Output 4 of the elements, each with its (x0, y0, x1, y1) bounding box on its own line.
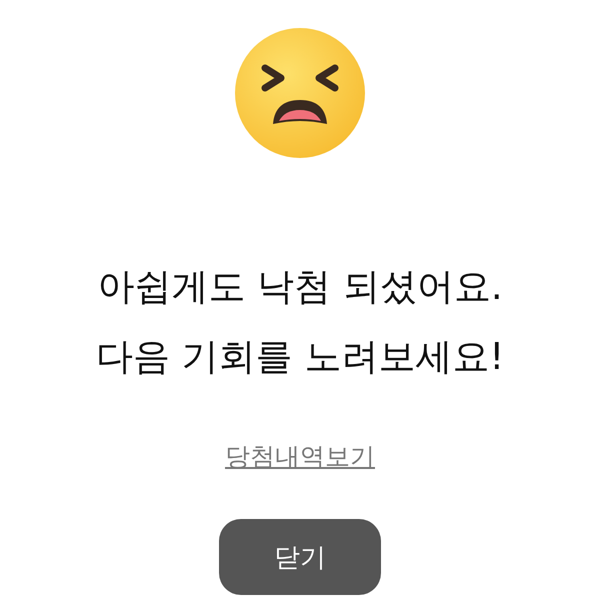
close-button[interactable]: 닫기 (219, 519, 381, 595)
sad-face-icon (235, 28, 365, 158)
result-message: 아쉽게도 낙첨 되셨어요. 다음 기회를 노려보세요! (96, 264, 504, 380)
win-history-link[interactable]: 당첨내역보기 (225, 440, 375, 473)
